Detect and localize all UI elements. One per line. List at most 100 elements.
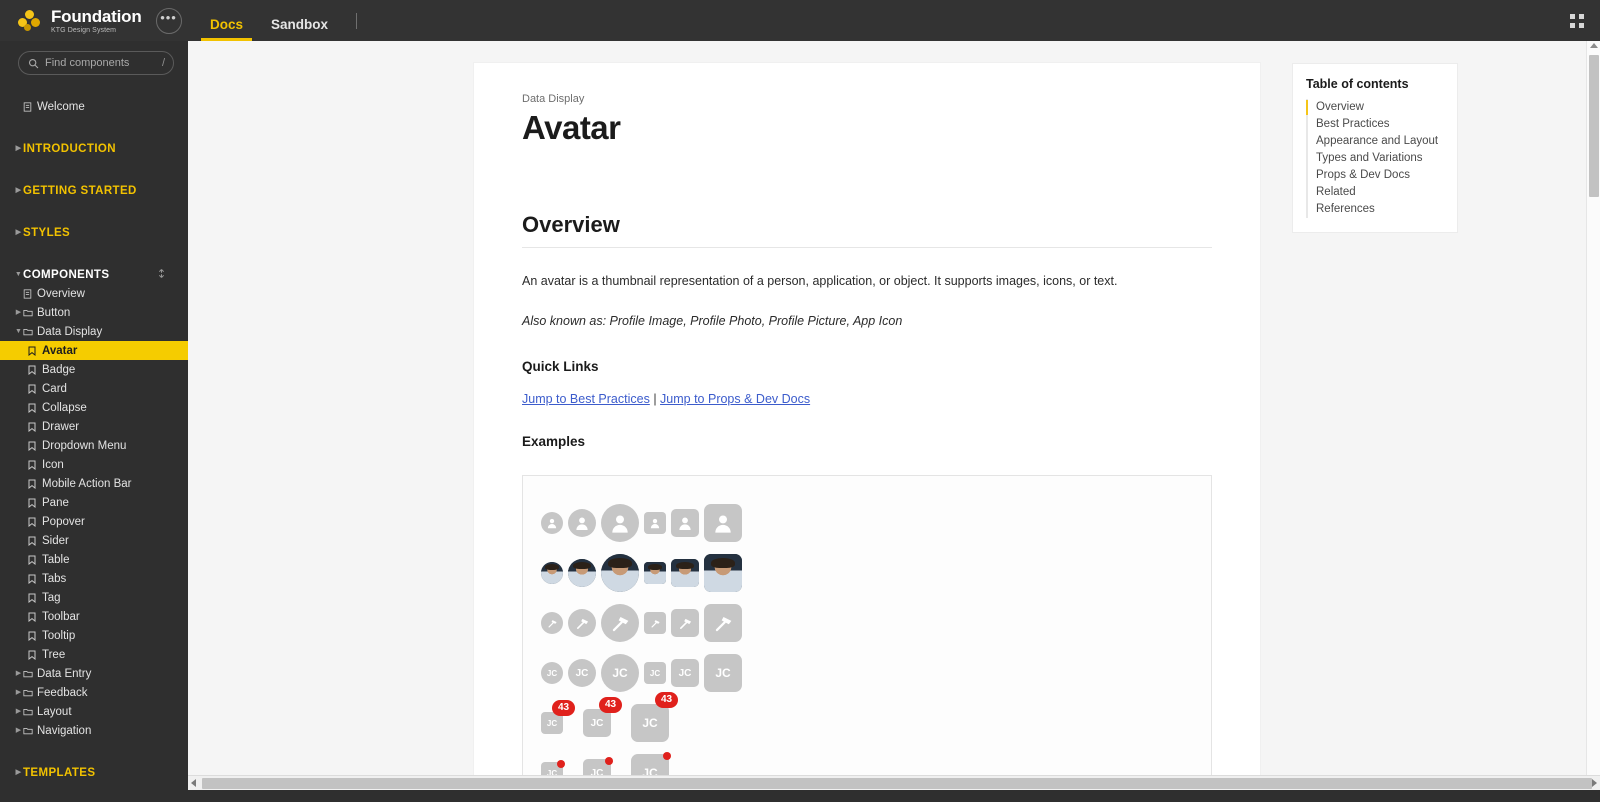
brand-text: Foundation KTG Design System xyxy=(51,8,142,34)
avatar-circle-sm-icon[interactable] xyxy=(541,512,563,535)
hammer-icon xyxy=(704,604,742,642)
toc-item-related[interactable]: Related xyxy=(1316,184,1442,201)
sidebar-item-data-display[interactable]: ▼ Data Display xyxy=(0,322,188,341)
link-jump-props-dev-docs[interactable]: Jump to Props & Dev Docs xyxy=(660,392,810,406)
avatar-badge-group-lg: JC 43 xyxy=(631,692,678,743)
avatar-circle-lg-initials[interactable]: JC xyxy=(601,654,639,693)
avatar-circle-lg-hammer[interactable] xyxy=(601,604,639,643)
sidebar-group-components[interactable]: ▼ COMPONENTS xyxy=(0,265,188,284)
avatar-square-lg-icon[interactable] xyxy=(704,504,742,543)
toc-item-references[interactable]: References xyxy=(1316,201,1442,218)
sidebar-item-toolbar[interactable]: Toolbar xyxy=(0,607,188,626)
search-input[interactable]: Find components / xyxy=(18,51,174,75)
sidebar-item-drawer[interactable]: Drawer xyxy=(0,417,188,436)
quick-links-heading: Quick Links xyxy=(522,359,599,375)
sort-icon[interactable] xyxy=(157,268,166,282)
chevron-right-icon: ▶ xyxy=(15,145,22,152)
folder-icon xyxy=(23,669,37,678)
bookmark-icon xyxy=(28,574,42,584)
toc-item-props-dev-docs[interactable]: Props & Dev Docs xyxy=(1316,167,1442,184)
avatar-square-md-icon[interactable] xyxy=(671,509,699,538)
link-jump-best-practices[interactable]: Jump to Best Practices xyxy=(522,392,650,406)
avatar-square-sm-icon[interactable] xyxy=(644,512,666,535)
avatar-circle-sm-photo[interactable] xyxy=(541,562,563,585)
sidebar-group-styles[interactable]: ▶ STYLES xyxy=(0,223,188,242)
brand-area[interactable]: Foundation KTG Design System ••• xyxy=(0,0,188,41)
avatar-circle-md-icon[interactable] xyxy=(568,509,596,538)
doc-icon xyxy=(23,288,37,299)
avatar-circle-sm-hammer[interactable] xyxy=(541,612,563,635)
avatar-circle-md-photo[interactable] xyxy=(568,559,596,588)
content-scroll-region: Data Display Avatar Overview An avatar i… xyxy=(188,41,1600,775)
sidebar-item-tooltip[interactable]: Tooltip xyxy=(0,626,188,645)
sidebar-item-popover[interactable]: Popover xyxy=(0,512,188,531)
toc-item-types-and-variations[interactable]: Types and Variations xyxy=(1316,150,1442,167)
vertical-scrollbar[interactable] xyxy=(1586,41,1600,775)
sidebar-group-templates[interactable]: ▶ TEMPLATES xyxy=(0,763,188,782)
sidebar-item-navigation[interactable]: ▶ Navigation xyxy=(0,721,188,740)
sidebar-item-sider[interactable]: Sider xyxy=(0,531,188,550)
avatar-square-sm-photo[interactable] xyxy=(644,562,666,585)
sidebar-item-welcome[interactable]: Welcome xyxy=(0,97,188,116)
avatar-square-md-initials[interactable]: JC xyxy=(671,659,699,688)
more-options-button[interactable]: ••• xyxy=(155,7,182,34)
table-of-contents: Table of contents Overview Best Practice… xyxy=(1292,63,1458,233)
scroll-left-arrow-icon[interactable] xyxy=(191,779,196,787)
sidebar-item-icon[interactable]: Icon xyxy=(0,455,188,474)
sidebar-item-tag[interactable]: Tag xyxy=(0,588,188,607)
avatar-circle-md-hammer[interactable] xyxy=(568,609,596,638)
scroll-right-arrow-icon[interactable] xyxy=(1592,779,1597,787)
sidebar-item-badge[interactable]: Badge xyxy=(0,360,188,379)
avatar-circle-sm-initials[interactable]: JC xyxy=(541,662,563,685)
sidebar-item-button[interactable]: ▶ Button xyxy=(0,303,188,322)
overview-description: An avatar is a thumbnail representation … xyxy=(522,273,1118,288)
horizontal-scrollbar[interactable] xyxy=(188,775,1600,790)
status-dot-badge xyxy=(663,752,671,761)
sidebar-item-collapse[interactable]: Collapse xyxy=(0,398,188,417)
toc-item-appearance-and-layout[interactable]: Appearance and Layout xyxy=(1316,133,1442,150)
sidebar-item-dropdown-menu[interactable]: Dropdown Menu xyxy=(0,436,188,455)
sidebar-group-getting-started[interactable]: ▶ GETTING STARTED xyxy=(0,181,188,200)
expand-icon[interactable] xyxy=(1570,13,1584,28)
bookmark-icon xyxy=(28,365,42,375)
hammer-icon xyxy=(671,609,699,637)
search-icon xyxy=(28,58,39,69)
sidebar-item-card[interactable]: Card xyxy=(0,379,188,398)
sidebar-item-mobile-action-bar[interactable]: Mobile Action Bar xyxy=(0,474,188,493)
chevron-right-icon: ▶ xyxy=(15,708,22,715)
sidebar-item-layout[interactable]: ▶ Layout xyxy=(0,702,188,721)
vertical-scrollbar-thumb[interactable] xyxy=(1589,55,1599,197)
tab-docs[interactable]: Docs xyxy=(196,0,257,41)
avatar-square-lg-initials[interactable]: JC xyxy=(704,654,742,693)
sidebar-item-label: Card xyxy=(42,382,67,395)
bookmark-icon xyxy=(28,650,42,660)
toc-item-overview[interactable]: Overview xyxy=(1306,99,1442,116)
sidebar-item-table[interactable]: Table xyxy=(0,550,188,569)
avatar-square-lg-hammer[interactable] xyxy=(704,604,742,643)
horizontal-scrollbar-thumb[interactable] xyxy=(202,777,1592,789)
sidebar-item-data-entry[interactable]: ▶ Data Entry xyxy=(0,664,188,683)
avatar-circle-lg-photo[interactable] xyxy=(601,554,639,593)
sidebar-item-avatar[interactable]: Avatar xyxy=(0,341,188,360)
link-separator: | xyxy=(653,392,657,407)
sidebar-group-introduction[interactable]: ▶ INTRODUCTION xyxy=(0,139,188,158)
sidebar-group-label: TEMPLATES xyxy=(23,766,96,779)
tab-sandbox[interactable]: Sandbox xyxy=(257,0,342,41)
avatar-square-md-hammer[interactable] xyxy=(671,609,699,638)
avatar-square-lg-initials-badge[interactable]: JC xyxy=(631,704,669,743)
sidebar-item-pane[interactable]: Pane xyxy=(0,493,188,512)
avatar-circle-lg-icon[interactable] xyxy=(601,504,639,543)
avatar-square-sm-hammer[interactable] xyxy=(644,612,666,635)
avatar-square-md-photo[interactable] xyxy=(671,559,699,588)
avatar-square-lg-photo[interactable] xyxy=(704,554,742,593)
avatar-square-sm-initials[interactable]: JC xyxy=(644,662,666,685)
avatar-square-md-initials-badge[interactable]: JC xyxy=(583,709,611,738)
sidebar-item-feedback[interactable]: ▶ Feedback xyxy=(0,683,188,702)
toc-item-best-practices[interactable]: Best Practices xyxy=(1316,116,1442,133)
scroll-up-arrow-icon[interactable] xyxy=(1590,43,1598,48)
sidebar-item-overview[interactable]: Overview xyxy=(0,284,188,303)
sidebar-item-tabs[interactable]: Tabs xyxy=(0,569,188,588)
sidebar-item-tree[interactable]: Tree xyxy=(0,645,188,664)
avatar-dot-group-sm: JC xyxy=(541,760,565,775)
avatar-circle-md-initials[interactable]: JC xyxy=(568,659,596,688)
